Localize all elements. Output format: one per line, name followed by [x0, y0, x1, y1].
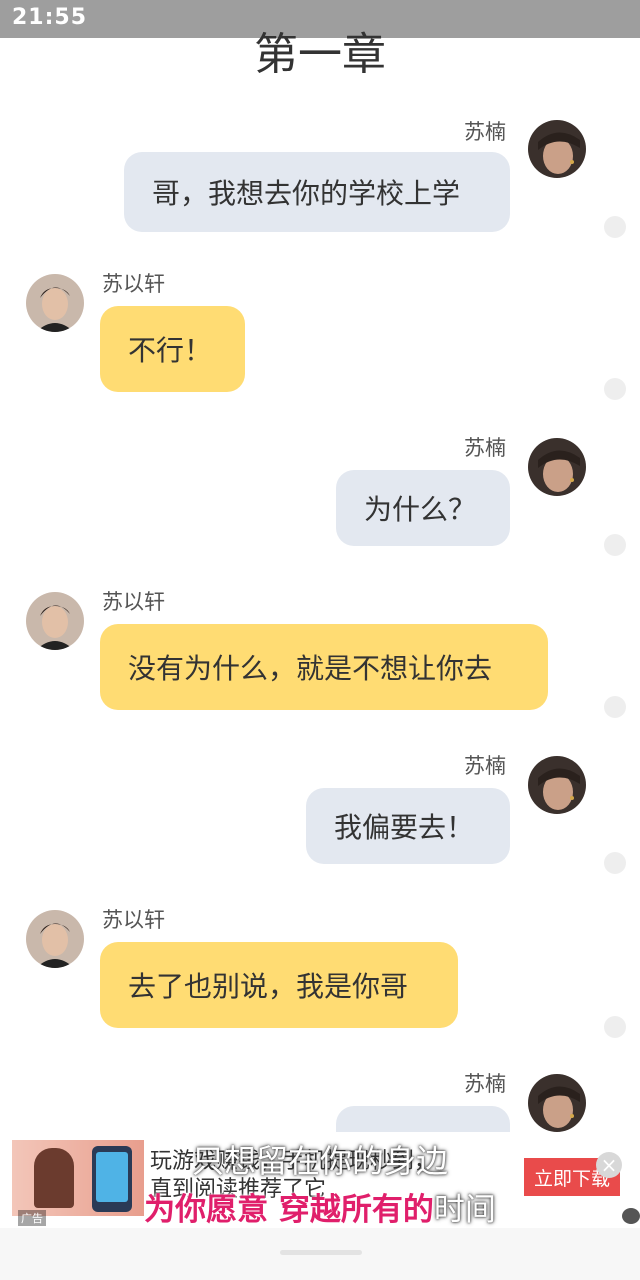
sender-name: 苏楠 — [464, 120, 506, 144]
sender-name: 苏以轩 — [102, 908, 165, 932]
status-dot — [604, 378, 626, 400]
message-bubble[interactable]: 哥，我想去你的学校上学 — [124, 152, 510, 232]
message-bubble[interactable]: 不行！ — [100, 306, 245, 392]
subtitle-highlight: 为你愿意 穿越所有的 — [144, 1192, 434, 1228]
message-bubble[interactable]: 去了也别说，我是你哥 — [100, 942, 458, 1028]
sender-name: 苏以轩 — [102, 590, 165, 614]
subtitle-rest: 时间 — [433, 1192, 496, 1228]
subtitle-line1: 只想留在你的身边 — [191, 1142, 448, 1180]
wechat-icon — [622, 1208, 640, 1224]
sender-name: 苏楠 — [464, 436, 506, 460]
message-row: 苏楠 哥，我想去你的学校上学 — [0, 112, 640, 262]
home-indicator[interactable] — [280, 1250, 362, 1255]
sunan-avatar[interactable] — [528, 756, 586, 814]
suyixuan-avatar[interactable] — [26, 274, 84, 332]
status-dot — [604, 852, 626, 874]
sunan-avatar[interactable] — [528, 120, 586, 178]
bottom-bar — [0, 1228, 640, 1280]
status-dot — [604, 216, 626, 238]
sender-name: 苏以轩 — [102, 272, 165, 296]
message-row: 苏以轩 没有为什么，就是不想让你去 — [0, 584, 640, 734]
sunan-avatar[interactable] — [528, 1074, 586, 1132]
suyixuan-avatar[interactable] — [26, 592, 84, 650]
status-dot — [604, 696, 626, 718]
message-bubble[interactable]: 没有为什么，就是不想让你去 — [100, 624, 548, 710]
sender-name: 苏楠 — [464, 1072, 506, 1096]
message-bubble[interactable]: 为什么？ — [336, 470, 510, 546]
status-dot — [604, 534, 626, 556]
message-row: 苏楠 为什么？ — [0, 430, 640, 580]
message-row: 苏楠 — [0, 1066, 640, 1132]
message-row: 苏以轩 去了也别说，我是你哥 — [0, 902, 640, 1052]
message-bubble[interactable] — [336, 1106, 510, 1132]
subtitle-line2: 为你愿意 穿越所有的时间 — [0, 1184, 640, 1229]
chapter-title: 第一章 — [254, 29, 386, 80]
message-row: 苏楠 我偏要去！ — [0, 748, 640, 898]
sunan-avatar[interactable] — [528, 438, 586, 496]
sender-name: 苏楠 — [464, 754, 506, 778]
suyixuan-avatar[interactable] — [26, 910, 84, 968]
status-dot — [604, 1016, 626, 1038]
message-row: 苏以轩 不行！ — [0, 264, 640, 414]
message-bubble[interactable]: 我偏要去！ — [306, 788, 510, 864]
